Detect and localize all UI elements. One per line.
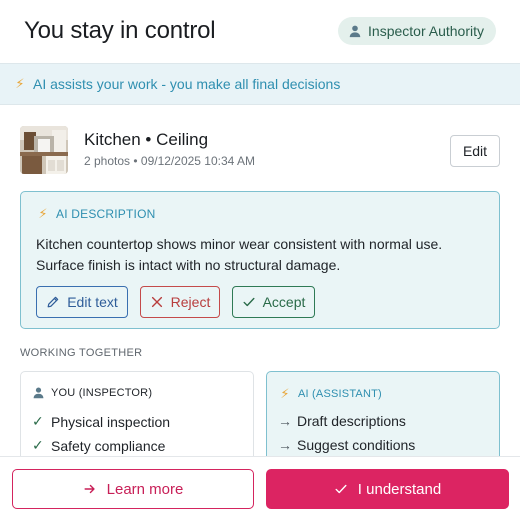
- photo-thumbnail[interactable]: [20, 126, 68, 174]
- page-title: You stay in control: [24, 17, 216, 44]
- learn-more-button[interactable]: Learn more: [12, 469, 254, 509]
- edit-text-label: Edit text: [67, 294, 118, 310]
- inspector-role-heading-text: YOU (INSPECTOR): [51, 386, 153, 399]
- pencil-icon: [47, 296, 59, 308]
- ai-role-heading: ⚡ AI (ASSISTANT): [278, 386, 382, 402]
- learn-more-label: Learn more: [106, 480, 184, 498]
- list-item-label: Suggest conditions: [297, 437, 416, 453]
- edit-text-button[interactable]: Edit text: [36, 286, 128, 318]
- photo-meta: 2 photos • 09/12/2025 10:34 AM: [84, 154, 255, 168]
- lightning-icon: ⚡: [15, 76, 25, 91]
- user-icon: [349, 25, 361, 38]
- ai-description-heading-text: AI DESCRIPTION: [56, 207, 156, 221]
- list-item: ✓ Physical inspection: [32, 413, 170, 430]
- lightning-icon: ⚡: [38, 206, 48, 221]
- ai-assist-banner: ⚡ AI assists your work - you make all fi…: [0, 63, 520, 105]
- arrow-right-icon: →: [278, 437, 292, 453]
- reject-label: Reject: [170, 294, 211, 310]
- understand-button[interactable]: I understand: [266, 469, 509, 509]
- list-item-label: Physical inspection: [51, 413, 171, 430]
- reject-button[interactable]: Reject: [140, 286, 220, 318]
- inspector-role-heading: YOU (INSPECTOR): [32, 386, 152, 399]
- accept-button[interactable]: Accept: [232, 286, 315, 318]
- checkmark-icon: ✓: [32, 413, 44, 429]
- photo-summary: Kitchen • Ceiling 2 photos • 09/12/2025 …: [20, 126, 500, 176]
- check-icon: [243, 297, 255, 307]
- footer-actions: Learn more I understand: [0, 456, 520, 520]
- working-together-label: WORKING TOGETHER: [20, 347, 143, 359]
- header: You stay in control Inspector Authority: [0, 0, 520, 62]
- list-item-label: Safety compliance: [51, 437, 166, 454]
- list-item: → Suggest conditions: [278, 437, 415, 453]
- arrow-right-icon: →: [278, 413, 292, 429]
- arrow-right-icon: [84, 484, 95, 494]
- user-icon: [33, 387, 44, 399]
- badge-label: Inspector Authority: [368, 23, 484, 39]
- understand-label: I understand: [357, 480, 442, 498]
- checkmark-icon: ✓: [32, 437, 44, 453]
- x-icon: [151, 296, 162, 308]
- banner-text: AI assists your work - you make all fina…: [33, 76, 341, 92]
- edit-button[interactable]: Edit: [450, 135, 500, 167]
- check-icon: [335, 484, 347, 494]
- list-item-label: Draft descriptions: [297, 413, 406, 429]
- list-item: ✓ Safety compliance: [32, 437, 165, 454]
- lightning-icon: ⚡: [280, 386, 290, 401]
- ai-description-text: Kitchen countertop shows minor wear cons…: [36, 236, 443, 273]
- ai-description-card: ⚡ AI DESCRIPTION Kitchen countertop show…: [20, 191, 500, 329]
- accept-label: Accept: [262, 294, 306, 310]
- ai-role-heading-text: AI (ASSISTANT): [298, 388, 382, 400]
- list-item: → Draft descriptions: [278, 413, 406, 429]
- room-title: Kitchen • Ceiling: [84, 130, 209, 149]
- ai-description-heading: ⚡ AI DESCRIPTION: [36, 206, 155, 222]
- inspector-authority-badge: Inspector Authority: [338, 17, 496, 45]
